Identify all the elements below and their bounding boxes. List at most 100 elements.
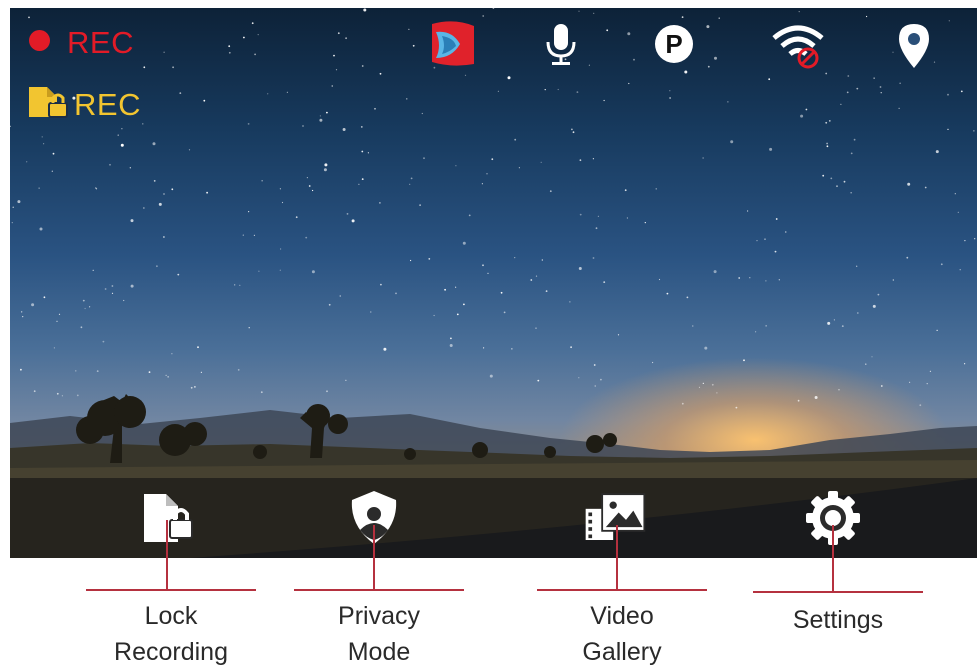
star — [464, 74, 467, 76]
star — [295, 216, 298, 219]
star — [872, 304, 876, 308]
star — [17, 200, 21, 204]
star — [21, 311, 23, 313]
star — [541, 259, 543, 261]
star — [514, 138, 517, 141]
star — [535, 327, 537, 329]
star — [947, 128, 949, 130]
star — [279, 188, 281, 190]
star — [379, 202, 381, 204]
star — [242, 234, 244, 236]
star — [409, 183, 411, 185]
star — [10, 125, 11, 127]
star — [346, 213, 349, 215]
camera-live-view: REC REC P — [10, 8, 977, 558]
star — [769, 147, 773, 151]
star — [38, 187, 40, 189]
star — [822, 174, 825, 177]
wifi-off-icon — [772, 25, 824, 69]
callout-vertical-lock — [166, 520, 168, 590]
star — [617, 334, 620, 336]
star — [80, 326, 83, 329]
star — [482, 15, 485, 17]
star — [312, 189, 314, 192]
star — [847, 75, 850, 77]
star — [253, 234, 255, 236]
star — [929, 370, 932, 372]
star — [337, 32, 340, 35]
star — [826, 142, 828, 145]
star — [692, 325, 694, 327]
callout-vertical-privacy — [373, 525, 375, 590]
star — [20, 368, 22, 371]
star — [707, 65, 710, 68]
star — [28, 16, 30, 19]
star — [500, 291, 503, 294]
star — [251, 22, 254, 25]
star — [841, 325, 844, 327]
star — [234, 284, 236, 286]
star — [785, 231, 787, 233]
star — [319, 115, 321, 117]
star — [258, 270, 260, 272]
star — [143, 66, 146, 69]
star — [326, 111, 328, 114]
star — [947, 93, 949, 96]
star — [102, 340, 105, 343]
star — [892, 51, 894, 53]
star — [172, 66, 175, 69]
star — [865, 363, 867, 365]
callout-horizontal-settings — [753, 591, 923, 593]
star — [482, 264, 484, 267]
star — [749, 277, 751, 279]
star — [768, 78, 771, 81]
star — [455, 165, 457, 167]
star — [856, 87, 859, 90]
star — [907, 182, 911, 186]
star — [228, 51, 231, 54]
star — [624, 189, 627, 192]
star — [658, 278, 661, 281]
parking-icon: P — [655, 25, 693, 63]
star — [593, 364, 596, 366]
star — [333, 54, 335, 57]
star — [756, 240, 758, 242]
star — [936, 329, 938, 331]
star — [302, 125, 304, 127]
star — [933, 61, 936, 63]
star — [171, 353, 173, 355]
caption-line: Video — [590, 602, 654, 630]
star — [964, 363, 966, 365]
star — [395, 292, 397, 295]
star — [507, 76, 511, 80]
star — [840, 103, 842, 105]
star — [92, 269, 94, 271]
star — [487, 272, 489, 274]
star — [571, 128, 573, 131]
star — [576, 91, 579, 93]
star — [481, 183, 483, 185]
star — [179, 92, 182, 94]
star — [843, 180, 846, 183]
star — [718, 17, 720, 19]
star — [351, 219, 355, 223]
star — [702, 157, 704, 159]
star — [421, 112, 423, 115]
star — [606, 29, 609, 32]
star — [836, 185, 838, 188]
video-gallery-button[interactable] — [582, 486, 648, 550]
star — [714, 56, 717, 60]
star — [909, 381, 911, 383]
star — [578, 267, 582, 270]
star — [503, 311, 506, 314]
caption-privacy-mode: Privacy Mode — [294, 598, 464, 670]
star — [468, 214, 471, 217]
star — [26, 161, 28, 163]
star — [361, 150, 364, 153]
star — [96, 370, 99, 372]
star — [450, 337, 452, 340]
star — [514, 257, 516, 259]
star — [31, 303, 35, 307]
star — [111, 285, 114, 287]
star — [666, 292, 669, 295]
